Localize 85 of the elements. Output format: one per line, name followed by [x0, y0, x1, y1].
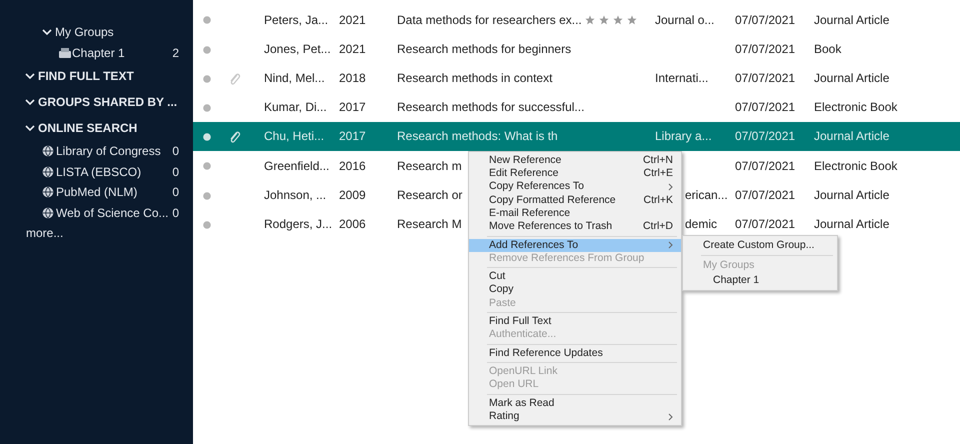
menu-item[interactable]: Rating — [469, 410, 681, 424]
table-cell: Peters, Ja... — [264, 12, 328, 27]
globe-icon — [42, 166, 54, 178]
item-count: 2 — [172, 44, 179, 62]
table-cell: Journal Article — [814, 188, 890, 202]
table-cell: Journal Article — [814, 216, 890, 231]
table-cell: 07/07/2021 — [735, 188, 796, 202]
table-cell: Research M — [397, 216, 462, 231]
globe-icon — [42, 145, 54, 158]
menu-item[interactable]: Find Full Text — [469, 315, 681, 329]
section-header[interactable]: FIND FULL TEXT — [38, 67, 134, 85]
item-count: 0 — [172, 164, 179, 181]
menu-item[interactable]: New Reference Ctrl+N — [469, 154, 681, 168]
table-cell: Internati... — [655, 70, 708, 85]
menu-item[interactable]: Mark as Read — [469, 396, 681, 410]
sidebar-item[interactable]: My Groups — [55, 23, 114, 42]
table-cell: 2009 — [339, 188, 366, 202]
submenu-heading: My Groups — [702, 258, 756, 273]
menu-item[interactable]: Cut — [469, 270, 681, 284]
section-header[interactable]: GROUPS SHARED BY ... — [38, 93, 178, 111]
item-count: 0 — [172, 204, 179, 222]
table-cell: Research m — [397, 158, 462, 173]
table-cell: 2017 — [339, 100, 366, 114]
menu-item[interactable]: Add References To — [469, 238, 681, 252]
item-count: 0 — [172, 184, 179, 202]
table-cell: Research methods: What is th — [397, 129, 558, 144]
table-cell: Book — [814, 42, 842, 56]
menu-item[interactable]: Copy — [469, 284, 681, 297]
star-icon — [585, 14, 595, 25]
globe-icon — [42, 206, 54, 219]
table-cell: Journal Article — [814, 70, 890, 85]
table-cell: Kumar, Di... — [264, 100, 327, 114]
menu-item[interactable]: Copy References To — [469, 180, 681, 194]
table-cell: Research methods for successful... — [397, 100, 584, 114]
section-header[interactable]: ONLINE SEARCH — [38, 119, 138, 137]
menu-item[interactable]: Create Custom Group... — [683, 238, 837, 253]
sidebar-item[interactable]: Library of Congress — [56, 142, 172, 160]
table-cell: 07/07/2021 — [735, 42, 796, 56]
table-cell: 07/07/2021 — [735, 158, 796, 173]
star-icon — [627, 14, 637, 25]
menu-item[interactable]: E-mail Reference — [469, 207, 681, 220]
sidebar-item[interactable]: LISTA (EBSCO) — [56, 162, 172, 181]
table-cell: 2021 — [339, 12, 366, 27]
table-cell: Nind, Mel... — [264, 70, 325, 85]
menu-item[interactable]: Find Reference Updates — [469, 346, 681, 360]
table-cell: Greenfield... — [264, 158, 330, 173]
table-cell: 07/07/2021 — [735, 129, 796, 144]
table-cell: 07/07/2021 — [735, 70, 796, 85]
table-cell: Electronic Book — [814, 100, 898, 114]
table-cell: Research methods for beginners — [397, 42, 572, 56]
table-cell: Journal o... — [655, 12, 714, 27]
table-cell: demic — [685, 216, 718, 231]
menu-item[interactable]: Edit Reference Ctrl+E — [469, 167, 681, 181]
item-count: 0 — [172, 143, 179, 160]
table-cell: 2016 — [339, 158, 366, 173]
table-cell: 2021 — [339, 42, 366, 56]
table-cell: erican... — [685, 188, 728, 202]
menu-item[interactable]: Move References to Trash Ctrl+D — [469, 220, 681, 234]
table-cell: Journal Article — [814, 12, 890, 27]
table-cell: Journal Article — [814, 129, 890, 144]
sidebar-item[interactable]: more... — [26, 224, 179, 242]
globe-icon — [42, 186, 54, 198]
sidebar-item[interactable]: PubMed (NLM) — [56, 183, 172, 202]
table-cell: Rodgers, J... — [264, 216, 332, 231]
table-cell: Library a... — [655, 129, 712, 144]
table-cell: Jones, Pet... — [264, 42, 331, 56]
menu-item[interactable]: Chapter 1 — [683, 273, 837, 288]
table-cell: Electronic Book — [814, 158, 898, 173]
group-icon — [58, 46, 72, 59]
table-cell: 2018 — [339, 70, 366, 85]
table-cell: 2017 — [339, 129, 366, 144]
table-cell: Chu, Heti... — [264, 129, 324, 144]
table-cell: Research methods in context — [397, 70, 552, 85]
table-cell: Research or — [397, 188, 462, 202]
table-cell: Data methods for researchers ex... — [397, 12, 582, 27]
sidebar-item[interactable]: Web of Science Co... — [56, 204, 172, 222]
table-cell: 2006 — [339, 216, 366, 231]
star-icon — [613, 14, 623, 25]
table-cell: 07/07/2021 — [735, 216, 796, 231]
menu-item[interactable]: Copy Formatted Reference Ctrl+K — [469, 194, 681, 208]
sidebar-item[interactable]: Chapter 1 — [72, 44, 172, 62]
star-icon — [599, 14, 609, 25]
table-cell: Johnson, ... — [264, 188, 326, 202]
table-cell: 07/07/2021 — [735, 100, 796, 114]
table-cell: 07/07/2021 — [735, 12, 796, 27]
